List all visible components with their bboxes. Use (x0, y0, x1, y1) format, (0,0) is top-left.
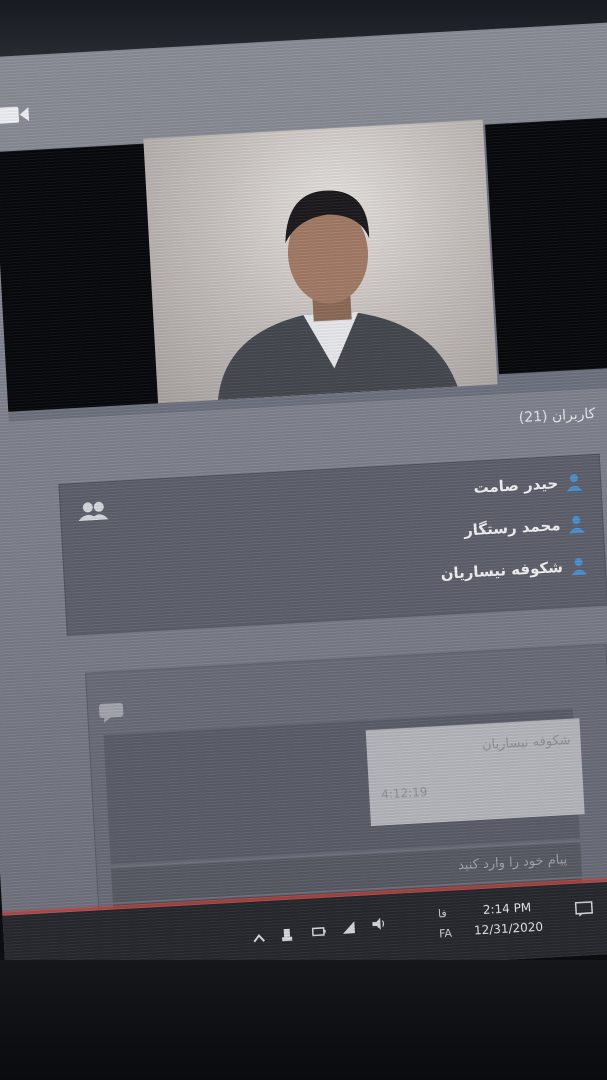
message-sender: شکوفه نیساریان (481, 732, 571, 753)
user-name: محمد رستگار (463, 516, 562, 540)
chat-bubble-icon (98, 702, 124, 723)
user-icon (568, 516, 585, 534)
video-tile-speaker[interactable] (143, 119, 498, 404)
taskbar-clock-time[interactable]: 2:14 PM (482, 900, 531, 917)
message-time: 4:12:19 (380, 784, 428, 802)
app-screen: کاربران (21) حیدر صامت محمد رستگار شکوفه… (0, 22, 607, 988)
user-icon (571, 558, 588, 576)
users-group-icon (78, 501, 109, 521)
speaker-video-feed (217, 190, 458, 400)
users-list-panel: حیدر صامت محمد رستگار شکوفه نیساریان (58, 453, 607, 636)
video-tile-empty-right (485, 116, 607, 375)
taskbar-clock-date[interactable]: 12/31/2020 (474, 920, 544, 938)
usb-device-icon[interactable] (280, 928, 295, 943)
volume-icon[interactable] (371, 916, 386, 931)
input-language-short[interactable]: فا (438, 907, 447, 920)
chat-messages-area[interactable]: شکوفه نیساریان 4:12:19 (103, 708, 585, 865)
user-list-item[interactable]: شکوفه نیساریان (440, 552, 588, 588)
input-language-code[interactable]: FA (439, 927, 453, 941)
wifi-icon[interactable] (341, 920, 356, 935)
battery-icon[interactable] (311, 924, 326, 939)
user-list-item[interactable]: محمد رستگار (463, 510, 585, 545)
chat-message: شکوفه نیساریان 4:12:19 (365, 718, 585, 827)
monitor-bezel-bottom (0, 960, 607, 1080)
user-icon (566, 474, 583, 492)
notification-icon[interactable] (574, 901, 594, 918)
user-name: حیدر صامت (473, 474, 559, 497)
video-camera-icon[interactable] (0, 103, 30, 127)
user-list-item[interactable]: حیدر صامت (473, 468, 583, 502)
chevron-up-icon[interactable] (252, 931, 267, 946)
user-name: شکوفه نیساریان (440, 557, 564, 583)
video-panel (0, 116, 607, 422)
